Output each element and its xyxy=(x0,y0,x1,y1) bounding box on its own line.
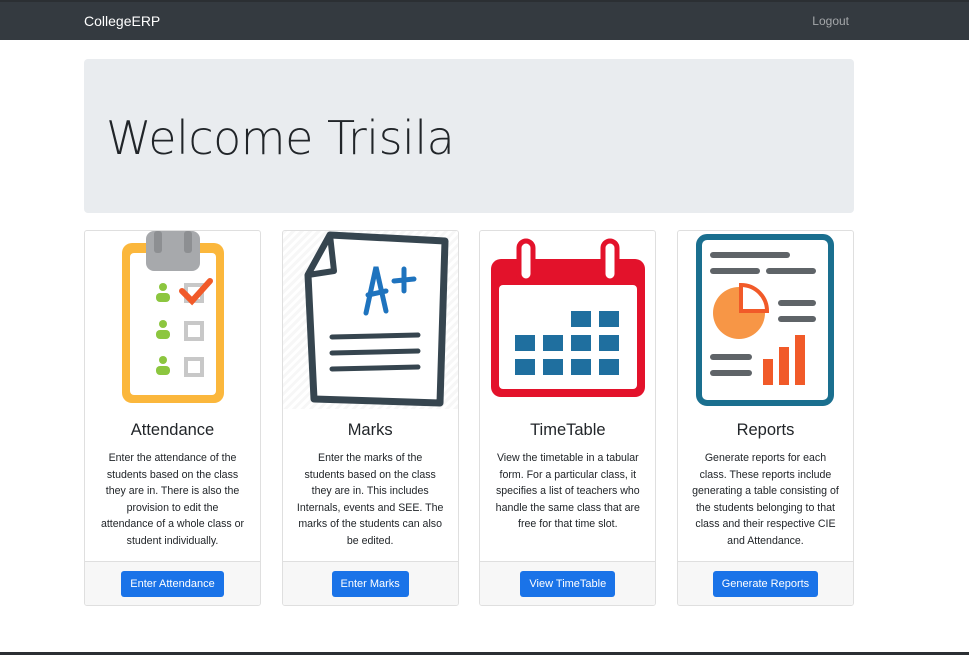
reports-card-footer: Generate Reports xyxy=(677,561,853,605)
marks-card: Marks Enter the marks of the students ba… xyxy=(281,230,459,606)
marks-description: Enter the marks of the students based on… xyxy=(296,452,444,547)
marks-title: Marks xyxy=(347,421,393,439)
reports-card: Reports Generate reports for each class.… xyxy=(676,230,854,606)
welcome-jumbotron: Welcome Trisila xyxy=(84,59,854,213)
logout-link[interactable]: Logout xyxy=(812,14,849,28)
calendar-icon xyxy=(490,238,645,397)
generate-reports-button[interactable]: Generate Reports xyxy=(712,570,819,597)
top-navbar: CollegeERP Logout xyxy=(0,2,969,40)
view-timetable-button[interactable]: View TimeTable xyxy=(520,570,616,597)
clipboard-checklist-icon xyxy=(121,231,224,403)
timetable-card: TimeTable View the timetable in a tabula… xyxy=(479,230,657,606)
reports-title: Reports xyxy=(736,421,795,439)
timetable-card-footer: View TimeTable xyxy=(480,561,656,605)
reports-description: Generate reports for each class. These r… xyxy=(692,452,839,547)
enter-attendance-button[interactable]: Enter Attendance xyxy=(121,570,224,597)
app-window: CollegeERP Logout Welcome Trisila Attend… xyxy=(0,0,969,655)
timetable-description: View the timetable in a tabular form. Fo… xyxy=(495,452,640,531)
reports-image xyxy=(678,231,853,409)
marks-card-footer: Enter Marks xyxy=(282,561,458,605)
graded-paper-icon xyxy=(304,231,449,407)
attendance-card-footer: Enter Attendance xyxy=(85,561,260,605)
marks-image xyxy=(282,231,458,409)
timetable-image xyxy=(480,231,655,409)
attendance-title: Attendance xyxy=(130,421,215,439)
attendance-description: Enter the attendance of the students bas… xyxy=(100,452,245,547)
report-chart-icon xyxy=(696,234,835,406)
attendance-image xyxy=(85,231,260,409)
enter-marks-button[interactable]: Enter Marks xyxy=(331,570,409,597)
feature-cards: Attendance Enter the attendance of the s… xyxy=(84,230,854,606)
welcome-heading: Welcome Trisila xyxy=(106,111,455,165)
timetable-title: TimeTable xyxy=(530,421,606,439)
attendance-card: Attendance Enter the attendance of the s… xyxy=(84,230,261,606)
brand-link[interactable]: CollegeERP xyxy=(84,13,160,29)
